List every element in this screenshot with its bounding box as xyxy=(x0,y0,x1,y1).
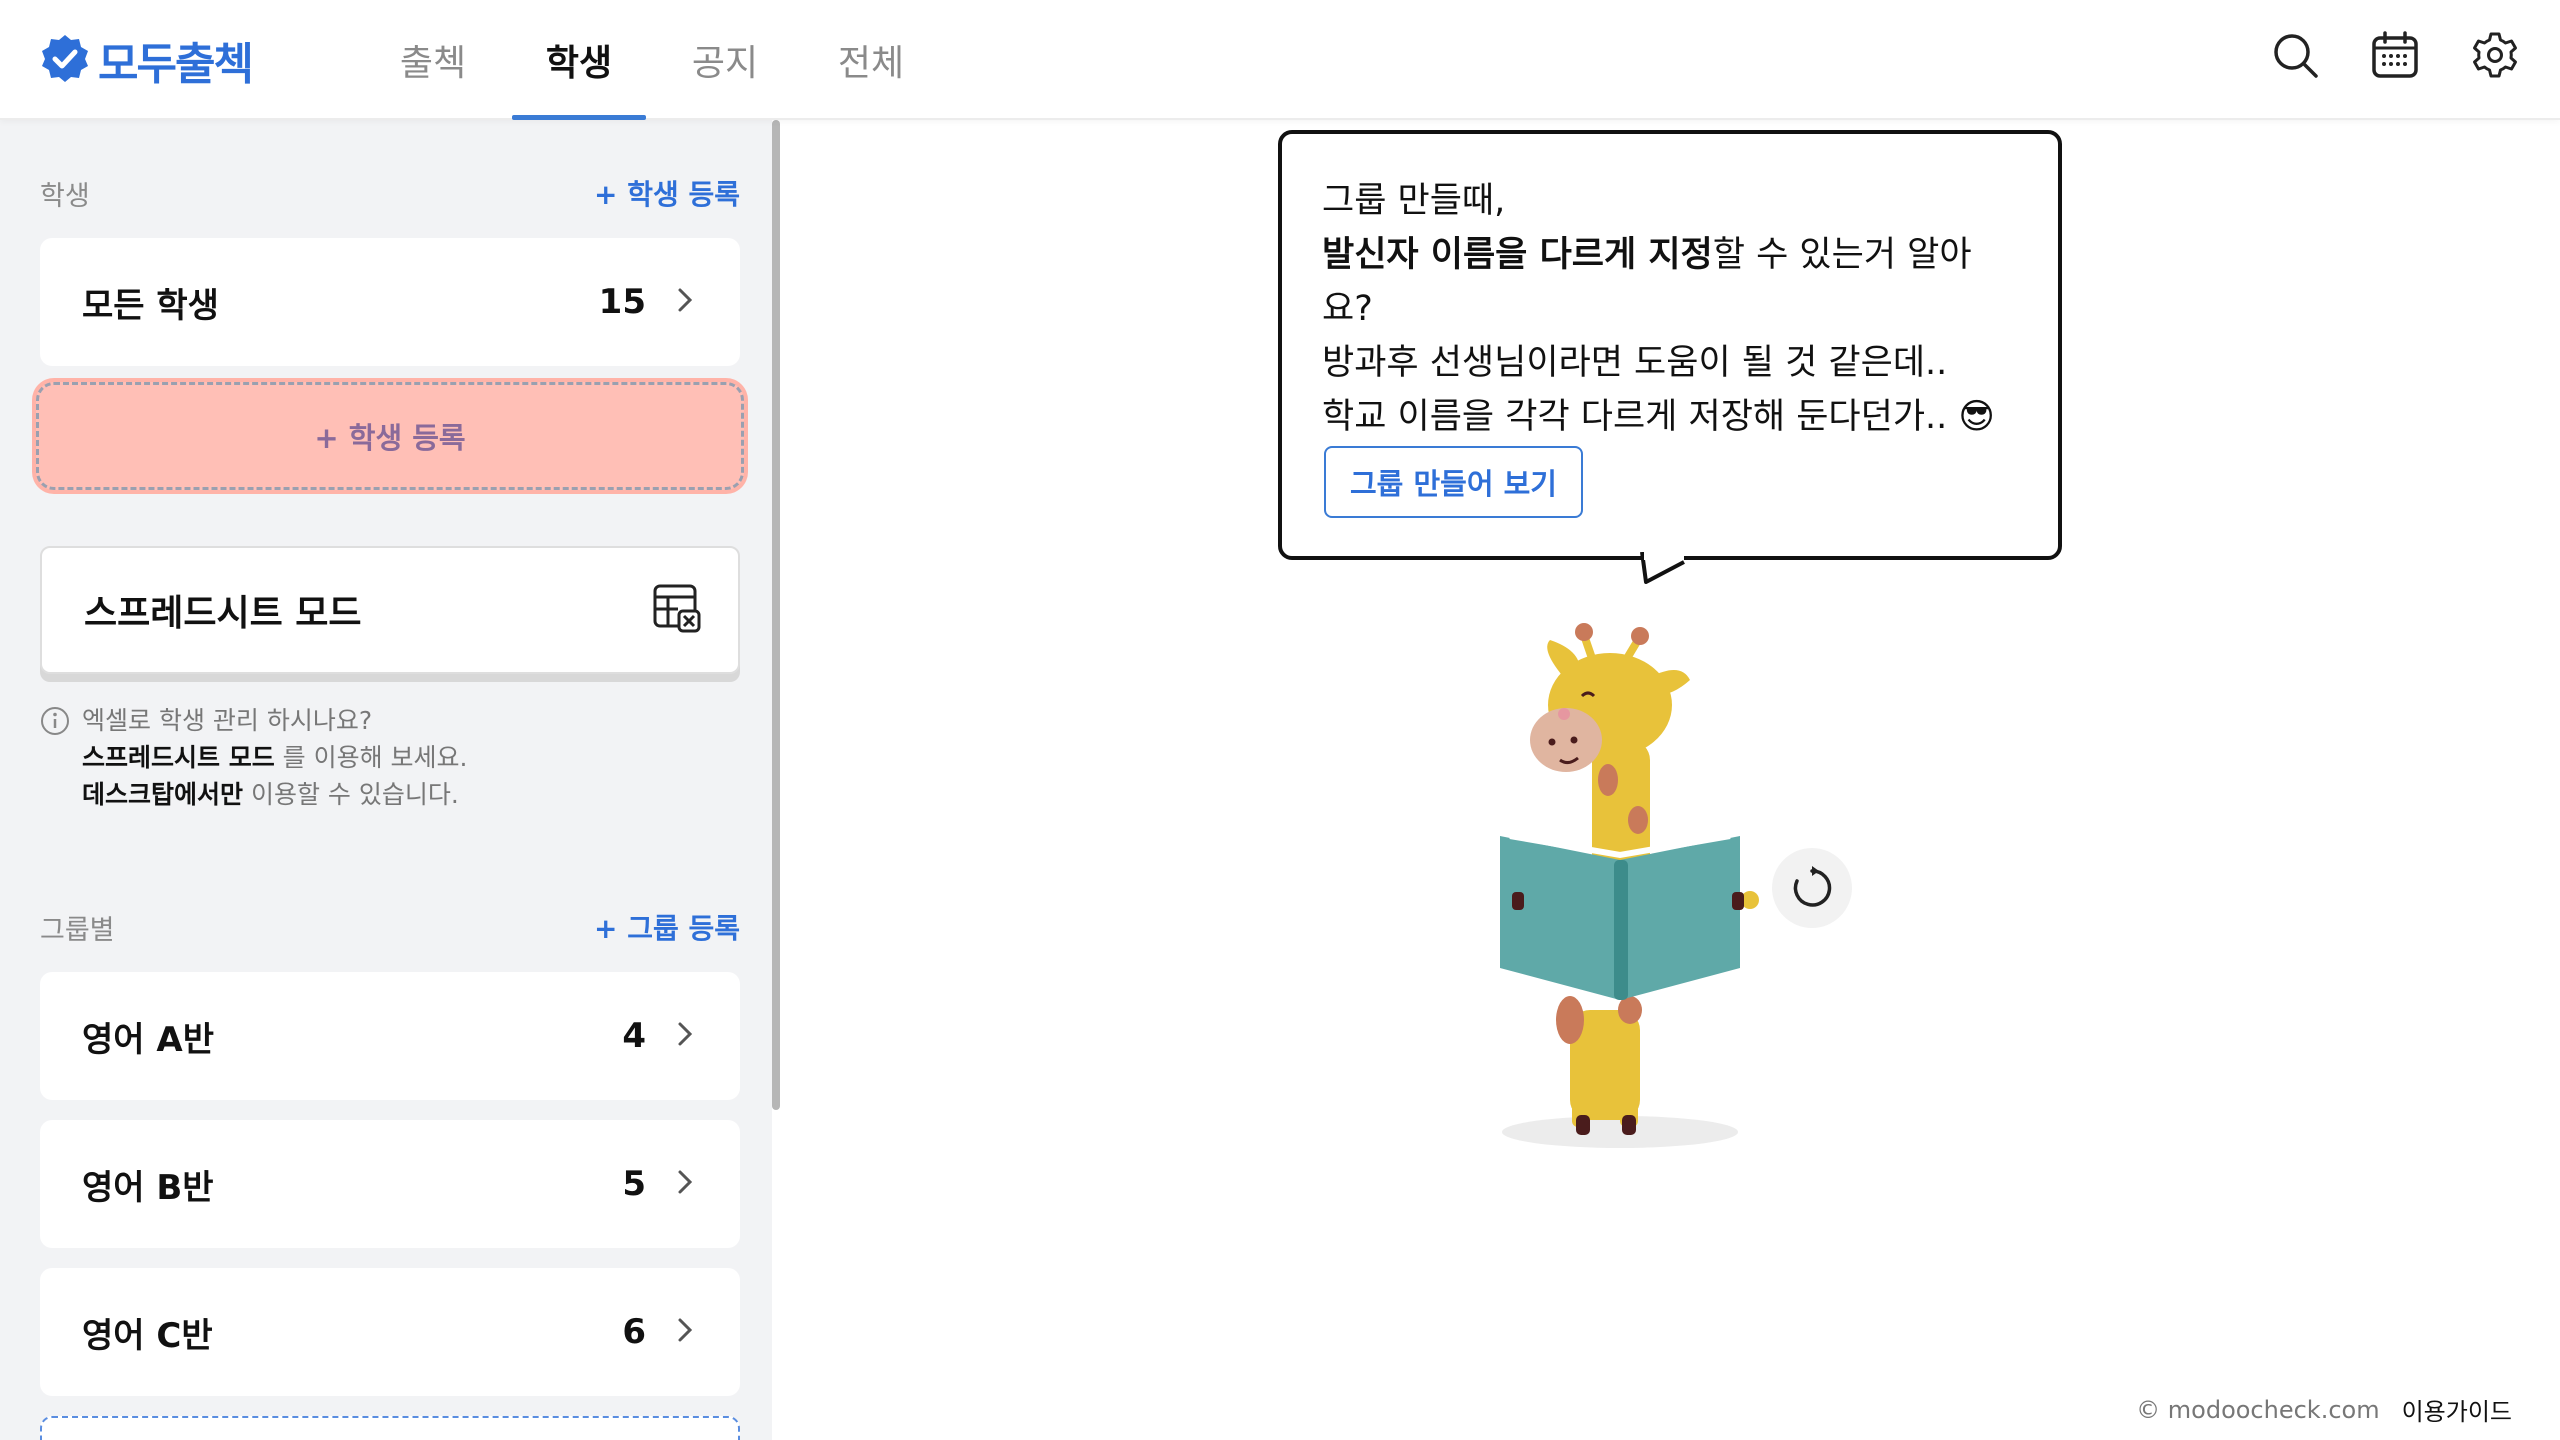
refresh-button[interactable] xyxy=(1772,848,1852,928)
add-group-link[interactable]: + 그룹 등록 xyxy=(594,907,740,947)
calendar-icon[interactable] xyxy=(2370,30,2420,80)
groups-section-label: 그룹별 xyxy=(40,914,115,946)
tab-attendance[interactable]: 출첵 xyxy=(360,0,506,120)
user-guide-link[interactable]: 이용가이드 xyxy=(2402,1392,2512,1427)
group-count: 4 xyxy=(622,1016,646,1056)
refresh-icon xyxy=(1793,866,1832,907)
group-card[interactable]: 영어 A반 4 xyxy=(40,972,740,1100)
create-group-button[interactable]: 그룹 만들어 보기 xyxy=(1324,446,1583,518)
add-group-dashed-card[interactable] xyxy=(40,1416,740,1440)
tip-line-1: 그룹 만들때, xyxy=(1322,181,1506,221)
add-student-button[interactable]: + 학생 등록 xyxy=(36,382,744,490)
sidebar-scrollbar[interactable] xyxy=(772,120,780,1110)
group-card[interactable]: 영어 B반 5 xyxy=(40,1120,740,1248)
spreadsheet-icon xyxy=(652,583,702,637)
main-nav: 출첵 학생 공지 전체 xyxy=(360,0,944,120)
group-label: 영어 B반 xyxy=(82,1167,214,1208)
search-icon[interactable] xyxy=(2270,30,2320,80)
verified-check-icon xyxy=(40,33,90,87)
tip-bubble: 그룹 만들때, 발신자 이름을 다르게 지정할 수 있는거 알아요? 방과후 선… xyxy=(1278,130,2062,560)
students-section-label: 학생 xyxy=(40,180,90,212)
info-line-2-rest: 를 이용해 보세요. xyxy=(274,743,468,772)
top-header: 모두출첵 출첵 학생 공지 전체 xyxy=(0,0,2560,120)
gear-icon[interactable] xyxy=(2470,30,2520,80)
all-students-label: 모든 학생 xyxy=(82,285,219,326)
all-students-count: 15 xyxy=(598,282,646,322)
all-students-card[interactable]: 모든 학생 15 xyxy=(40,238,740,366)
chevron-right-icon xyxy=(672,1317,698,1347)
add-student-link[interactable]: + 학생 등록 xyxy=(594,173,740,213)
header-actions xyxy=(2270,30,2520,80)
tip-line-3: 방과후 선생님이라면 도움이 될 것 같은데.. xyxy=(1322,343,1948,383)
chevron-right-icon xyxy=(672,287,698,317)
sidebar: 학생 + 학생 등록 모든 학생 15 + 학생 등록 스프레드시트 모드 엑셀… xyxy=(0,120,772,1440)
info-line-1: 엑셀로 학생 관리 하시나요? xyxy=(82,706,373,735)
tip-line-4: 학교 이름을 각각 다르게 저장해 둔다던가.. 😎 xyxy=(1322,397,1995,437)
tab-students[interactable]: 학생 xyxy=(506,0,652,120)
tab-notices[interactable]: 공지 xyxy=(652,0,798,120)
info-line-3-rest: 이용할 수 있습니다. xyxy=(243,780,459,809)
tip-line-2-bold: 발신자 이름을 다르게 지정 xyxy=(1322,235,1713,275)
group-count: 6 xyxy=(622,1312,646,1352)
info-line-2-bold: 스프레드시트 모드 xyxy=(82,743,275,772)
logo[interactable]: 모두출첵 xyxy=(40,32,254,90)
groups-section-header: 그룹별 + 그룹 등록 xyxy=(40,902,740,952)
footer: © modoocheck.com 이용가이드 xyxy=(2136,1392,2512,1427)
tab-all[interactable]: 전체 xyxy=(798,0,944,120)
copyright-text: © modoocheck.com xyxy=(2136,1395,2380,1424)
group-card[interactable]: 영어 C반 6 xyxy=(40,1268,740,1396)
info-icon xyxy=(40,702,70,813)
spreadsheet-mode-label: 스프레드시트 모드 xyxy=(84,593,362,634)
logo-text: 모두출첵 xyxy=(98,39,254,90)
group-label: 영어 C반 xyxy=(82,1315,213,1356)
chevron-right-icon xyxy=(672,1169,698,1199)
bubble-tail xyxy=(1640,552,1685,584)
info-line-3-bold: 데스크탑에서만 xyxy=(82,780,244,809)
spreadsheet-info: 엑셀로 학생 관리 하시나요? 스프레드시트 모드 를 이용해 보세요. 데스크… xyxy=(40,702,740,813)
giraffe-reading-illustration xyxy=(1500,623,1759,1148)
spreadsheet-mode-card[interactable]: 스프레드시트 모드 xyxy=(40,546,740,674)
chevron-right-icon xyxy=(672,1021,698,1051)
students-section-header: 학생 + 학생 등록 xyxy=(40,168,740,218)
group-count: 5 xyxy=(622,1164,646,1204)
group-label: 영어 A반 xyxy=(82,1019,214,1060)
